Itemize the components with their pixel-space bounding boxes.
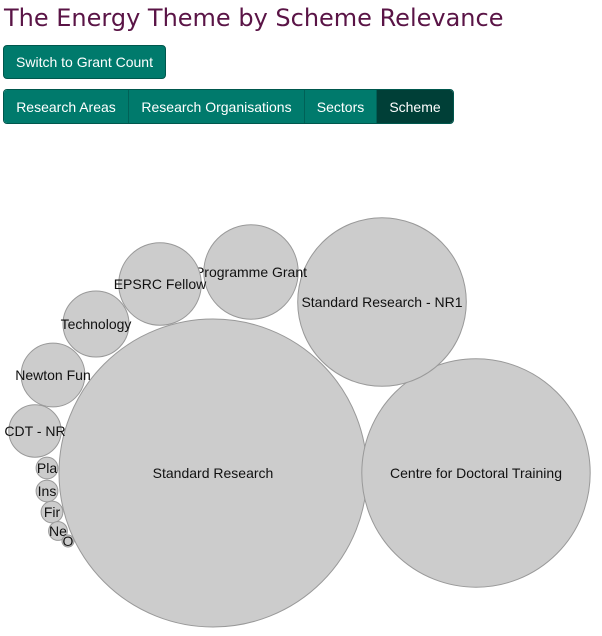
bubble-programme-grant[interactable]: Programme Grant bbox=[195, 224, 307, 320]
bubble-label: Pla bbox=[37, 460, 57, 476]
bubble-label: Technology bbox=[61, 316, 132, 332]
bubble-label: Programme Grant bbox=[195, 264, 307, 280]
bubble-label: Newton Fun bbox=[15, 367, 90, 383]
bubble-label: Fir bbox=[44, 504, 61, 520]
bubble-technology[interactable]: Technology bbox=[61, 290, 132, 358]
bubble-o[interactable]: O bbox=[61, 533, 75, 549]
bubble-standard-research[interactable]: Standard Research bbox=[58, 318, 368, 628]
bubble-label: Centre for Doctoral Training bbox=[390, 465, 562, 481]
bubble-standard-research-nr1[interactable]: Standard Research - NR1 bbox=[297, 217, 467, 387]
bubble-label: EPSRC Fellow bbox=[114, 276, 207, 292]
bubble-label: O bbox=[63, 533, 74, 549]
bubble-cdt-nr[interactable]: CDT - NR bbox=[4, 404, 66, 458]
bubble-fir[interactable]: Fir bbox=[40, 500, 64, 524]
bubble-label: Standard Research bbox=[153, 465, 274, 481]
bubble-label: Ins bbox=[38, 483, 57, 499]
bubble-pla[interactable]: Pla bbox=[35, 456, 59, 480]
bubble-label: Standard Research - NR1 bbox=[301, 294, 462, 310]
bubble-chart: Standard Research Centre for Doctoral Tra… bbox=[4, 217, 591, 628]
bubble-centre-for-doctoral-training[interactable]: Centre for Doctoral Training bbox=[361, 358, 591, 588]
bubble-epsrc-fellow[interactable]: EPSRC Fellow bbox=[114, 242, 207, 326]
bubble-label: CDT - NR bbox=[4, 423, 65, 439]
bubble-ins[interactable]: Ins bbox=[35, 479, 59, 503]
